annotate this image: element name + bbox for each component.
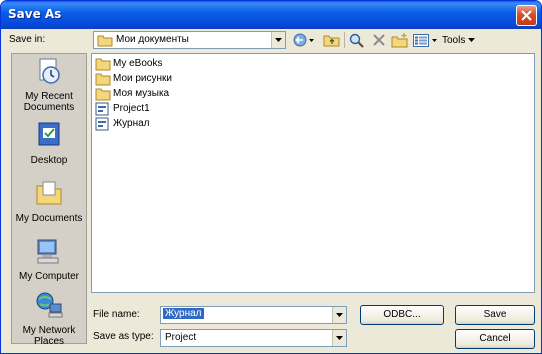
list-item[interactable]: Журнал (95, 116, 150, 131)
back-icon (293, 33, 314, 47)
file-name-value: Журнал (163, 308, 204, 319)
list-item[interactable]: Мои рисунки (95, 71, 172, 86)
folder-icon (97, 35, 113, 47)
recent-documents-icon (39, 58, 60, 84)
my-documents-icon (36, 181, 62, 205)
save-type-value: Project (165, 332, 197, 343)
delete-button[interactable] (370, 32, 388, 48)
place-label: My Documents (15, 213, 83, 224)
folder-icon (95, 73, 111, 85)
chevron-down-icon (468, 38, 476, 42)
file-list[interactable]: My eBooks Мои рисунки Моя музыка Project… (91, 53, 535, 293)
save-as-dialog: Save As Save in: Мои документы Tools My … (0, 0, 542, 354)
dialog-title: Save As (8, 7, 62, 21)
list-item[interactable]: Project1 (95, 101, 150, 116)
up-folder-icon (323, 35, 339, 47)
project-file-icon (95, 117, 109, 130)
views-icon (412, 33, 437, 47)
project-file-icon (95, 102, 109, 115)
dialog-body: Save in: Мои документы Tools My Recent D… (4, 29, 538, 351)
my-computer-icon (37, 239, 59, 264)
place-label: My Recent Documents (23, 91, 75, 113)
file-name: Журнал (113, 118, 150, 129)
delete-icon (373, 34, 385, 46)
search-web-icon (349, 33, 364, 48)
place-recent-documents[interactable]: My Recent Documents (12, 56, 86, 113)
save-label: Save (483, 309, 507, 320)
up-one-level-button[interactable] (322, 32, 340, 48)
folder-icon (95, 58, 111, 70)
save-in-value: Мои документы (116, 34, 189, 45)
network-places-icon (36, 292, 63, 318)
search-web-button[interactable] (348, 32, 366, 48)
save-in-dropdown[interactable]: Мои документы (93, 31, 286, 49)
file-name: My eBooks (113, 58, 163, 69)
back-button[interactable] (292, 32, 316, 48)
folder-icon (95, 88, 111, 100)
toolbar-separator (344, 32, 345, 48)
chevron-down-icon (332, 330, 346, 346)
tools-menu-button[interactable]: Tools (442, 32, 478, 48)
chevron-down-icon (271, 32, 285, 48)
create-new-folder-button[interactable] (390, 32, 410, 48)
views-button[interactable] (412, 32, 438, 48)
file-name: Моя музыка (113, 88, 170, 99)
file-name: Мои рисунки (113, 73, 172, 84)
places-bar: My Recent Documents Desktop My Documents (11, 53, 87, 347)
file-name-label: File name: (93, 309, 140, 320)
file-name: Project1 (113, 103, 150, 114)
title-bar[interactable]: Save As (1, 1, 541, 29)
place-network-places[interactable]: My Network Places (12, 290, 86, 347)
tools-label: Tools (442, 34, 466, 46)
list-item[interactable]: Моя музыка (95, 86, 169, 101)
save-type-dropdown[interactable]: Project (160, 329, 347, 347)
odbc-button[interactable]: ODBC... (360, 305, 444, 325)
chevron-down-icon (332, 307, 346, 323)
list-item[interactable]: My eBooks (95, 56, 162, 71)
close-icon (521, 10, 532, 21)
place-desktop[interactable]: Desktop (12, 120, 86, 166)
place-label: My Network Places (22, 325, 76, 347)
place-my-documents[interactable]: My Documents (12, 178, 86, 224)
place-label: My Computer (18, 271, 79, 282)
new-folder-icon (391, 32, 408, 47)
save-type-label: Save as type: (93, 331, 154, 342)
place-my-computer[interactable]: My Computer (12, 236, 86, 282)
cancel-button[interactable]: Cancel (455, 329, 535, 349)
file-name-field[interactable]: Журнал (160, 306, 347, 324)
desktop-icon (38, 122, 60, 146)
place-label: Desktop (30, 155, 68, 166)
close-button[interactable] (516, 5, 537, 26)
odbc-label: ODBC... (383, 309, 421, 320)
cancel-label: Cancel (479, 333, 511, 344)
save-in-label: Save in: (9, 34, 46, 45)
save-button[interactable]: Save (455, 305, 535, 325)
